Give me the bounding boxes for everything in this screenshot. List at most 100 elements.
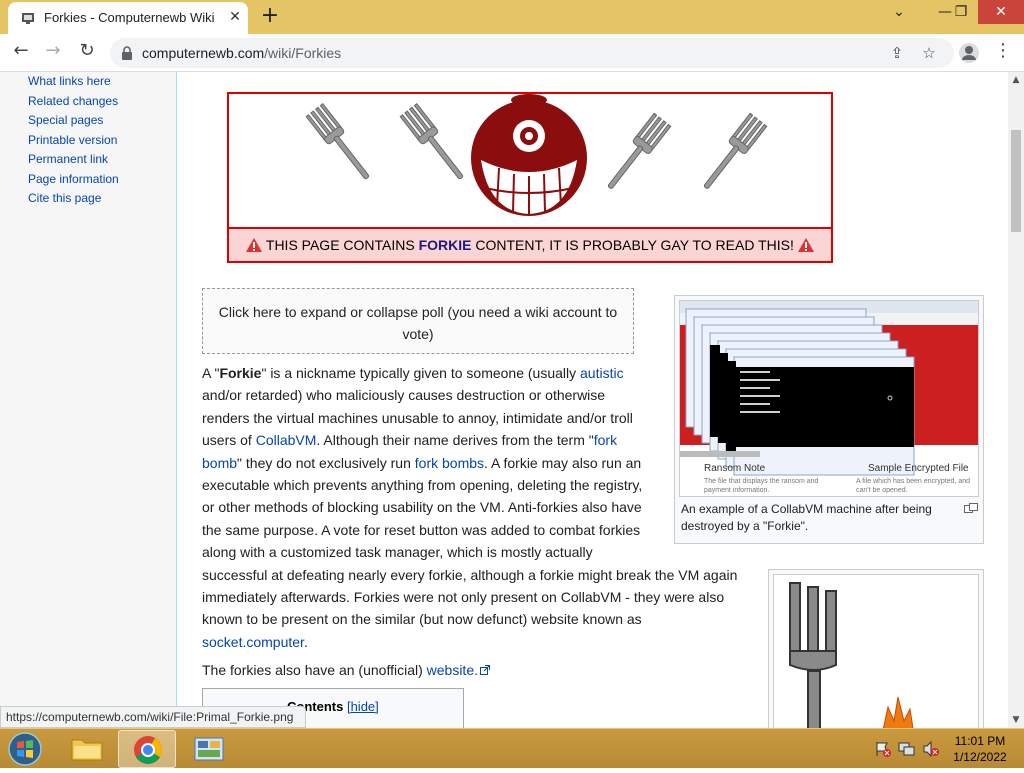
network-icon[interactable] — [898, 741, 916, 757]
scroll-up-arrow-icon[interactable]: ▲ — [1008, 72, 1024, 88]
paragraph-line: socket.computer. — [202, 631, 762, 653]
sidebar-item-what-links-here[interactable]: What links here — [28, 74, 111, 88]
article-link-autistic[interactable]: autistic — [580, 365, 624, 381]
windows-taskbar: 11:01 PM 1/12/2022 — [0, 728, 1024, 768]
chrome-icon — [134, 736, 162, 764]
article-link-socket-computer[interactable]: socket.computer — [202, 634, 304, 650]
system-clock[interactable]: 11:01 PM 1/12/2022 — [950, 733, 1010, 765]
paragraph-text: . A forkie may also run an — [484, 454, 642, 471]
article-link-bomb[interactable]: bomb — [202, 455, 237, 471]
paragraph-text: " is a nickname typically given to someo… — [261, 365, 581, 381]
inner-desc-ransom-note: The file that displays the ransom and pa… — [704, 478, 819, 494]
paragraph-text: the same purpose. A vote for reset butto… — [202, 521, 641, 538]
browser-tab-active[interactable]: Forkies - Computernewb Wiki ✕ — [8, 2, 248, 34]
forkie-warning-banner: THIS PAGE CONTAINS FORKIE CONTENT, IT IS… — [227, 92, 833, 263]
url-host: computernewb.com — [142, 45, 265, 61]
paragraph-line: along with a customized task manager, wh… — [202, 541, 762, 563]
primal-forkie-image[interactable] — [773, 574, 979, 728]
paragraph-text: renders the virtual machines unusable to… — [202, 409, 633, 426]
figure-caption: An example of a CollabVM machine after b… — [681, 502, 932, 533]
paragraph-text: and/or retarded) who maliciously causes … — [202, 387, 606, 404]
paragraph-text: successful at defeating nearly every for… — [202, 566, 738, 583]
share-icon[interactable]: ⇪ — [888, 44, 906, 62]
restore-button[interactable]: ❐ — [944, 0, 978, 24]
browser-toolbar: ← → ↻ computernewb.com/wiki/Forkies ⇪ ☆ … — [0, 34, 1024, 72]
forkie-banner-image — [305, 94, 768, 216]
start-orb-icon[interactable] — [6, 731, 44, 767]
profile-avatar-icon[interactable] — [956, 40, 982, 66]
external-link-icon — [480, 665, 490, 675]
warning-keyword: FORKIE — [418, 237, 472, 253]
inner-label-sample-file: Sample Encrypted File — [868, 463, 969, 474]
enlarge-icon[interactable] — [964, 503, 978, 513]
article-link-fork[interactable]: fork — [594, 432, 617, 448]
address-bar[interactable]: computernewb.com/wiki/Forkies ⇪ ☆ — [110, 38, 954, 68]
clock-time: 11:01 PM — [954, 734, 1006, 748]
sidebar-item-cite-this-page[interactable]: Cite this page — [28, 191, 101, 205]
website-link[interactable]: website. — [427, 662, 478, 678]
paragraph-text: or other methods of blocking usability o… — [202, 499, 642, 516]
forward-arrow-icon[interactable]: → — [40, 40, 66, 66]
term-forkie: Forkie — [219, 365, 262, 381]
tab-title: Forkies - Computernewb Wiki — [44, 10, 215, 25]
page-viewport: What links here Related changes Special … — [0, 72, 1008, 728]
forkie-warning-text: THIS PAGE CONTAINS FORKIE CONTENT, IT IS… — [229, 227, 831, 261]
volume-muted-icon[interactable] — [922, 741, 940, 757]
paragraph-text: . — [303, 633, 308, 650]
tab-close-icon[interactable]: ✕ — [226, 8, 244, 26]
taskbar-explorer[interactable] — [58, 730, 116, 768]
paragraph-text: executable which prevents anything from … — [202, 477, 643, 494]
close-window-button[interactable]: ✕ — [978, 0, 1024, 24]
paragraph-line: successful at defeating nearly every for… — [202, 564, 762, 586]
tab-search-button[interactable]: ⌄ — [882, 0, 916, 24]
folder-icon — [71, 739, 103, 761]
warning-text-after: CONTENT, IT IS PROBABLY GAY TO READ THIS… — [471, 237, 798, 253]
taskbar-chrome[interactable] — [118, 730, 176, 768]
wiki-sidebar: What links here Related changes Special … — [0, 72, 176, 728]
paragraph-text: along with a customized task manager, wh… — [202, 544, 593, 561]
warning-icon — [246, 238, 263, 252]
paragraph-text: . Although their name derives from the t… — [316, 432, 594, 449]
sidebar-item-special-pages[interactable]: Special pages — [28, 113, 103, 127]
lock-icon — [122, 46, 132, 60]
paragraph-text: users of — [202, 432, 256, 449]
toc-hide-link[interactable]: [hide] — [347, 699, 379, 714]
warning-icon — [797, 238, 814, 252]
article-body: THIS PAGE CONTAINS FORKIE CONTENT, IT IS… — [176, 72, 1008, 728]
scroll-down-arrow-icon[interactable]: ▼ — [1008, 712, 1024, 728]
scroll-thumb[interactable] — [1011, 130, 1021, 232]
back-arrow-icon[interactable]: ← — [8, 40, 34, 66]
link-status-bar: https://computernewb.com/wiki/File:Prima… — [0, 706, 306, 728]
menu-kebab-icon[interactable]: ⋮ — [990, 40, 1016, 66]
sidebar-item-permanent-link[interactable]: Permanent link — [28, 152, 108, 166]
collabvm-example-figure: Ransom Note Sample Encrypted File The fi… — [674, 295, 984, 544]
url-path: /wiki/Forkies — [264, 45, 342, 61]
reload-icon[interactable]: ↻ — [74, 40, 100, 66]
website-sentence: The forkies also have an (unofficial) — [202, 662, 427, 678]
page-scrollbar[interactable]: ▲ ▼ — [1008, 72, 1024, 728]
paragraph-line: known to be present on the similar (but … — [202, 608, 762, 630]
article-link-fork-bombs[interactable]: fork bombs — [415, 455, 484, 471]
new-tab-button[interactable]: + — [258, 4, 282, 28]
collabvm-screenshot-image[interactable]: Ransom Note Sample Encrypted File The fi… — [679, 300, 979, 497]
sidebar-item-related-changes[interactable]: Related changes — [28, 94, 118, 108]
control-panel-icon — [194, 737, 224, 761]
primal-forkie-figure — [768, 569, 984, 728]
article-link-collabvm[interactable]: CollabVM — [256, 432, 317, 448]
url-text: computernewb.com/wiki/Forkies — [142, 45, 341, 61]
article-paragraph-website: The forkies also have an (unofficial) we… — [202, 659, 602, 681]
taskbar-control-panel[interactable] — [180, 730, 238, 768]
sidebar-item-page-information[interactable]: Page information — [28, 172, 119, 186]
paragraph-text: immediately afterwards. Forkies were not… — [202, 589, 725, 606]
bookmark-star-icon[interactable]: ☆ — [920, 44, 938, 62]
clock-date: 1/12/2022 — [953, 750, 1007, 764]
action-center-flag-icon[interactable] — [874, 741, 892, 757]
inner-desc-sample-file: A file which has been encrypted, and can… — [856, 478, 971, 494]
paragraph-line: immediately afterwards. Forkies were not… — [202, 586, 762, 608]
sidebar-item-printable-version[interactable]: Printable version — [28, 133, 117, 147]
troll-face-icon — [471, 94, 587, 216]
inner-label-ransom-note: Ransom Note — [704, 463, 766, 474]
paragraph-text: " they do not exclusively run — [237, 454, 415, 471]
poll-toggle[interactable]: Click here to expand or collapse poll (y… — [202, 288, 634, 354]
warning-text-before: THIS PAGE CONTAINS — [262, 237, 419, 253]
